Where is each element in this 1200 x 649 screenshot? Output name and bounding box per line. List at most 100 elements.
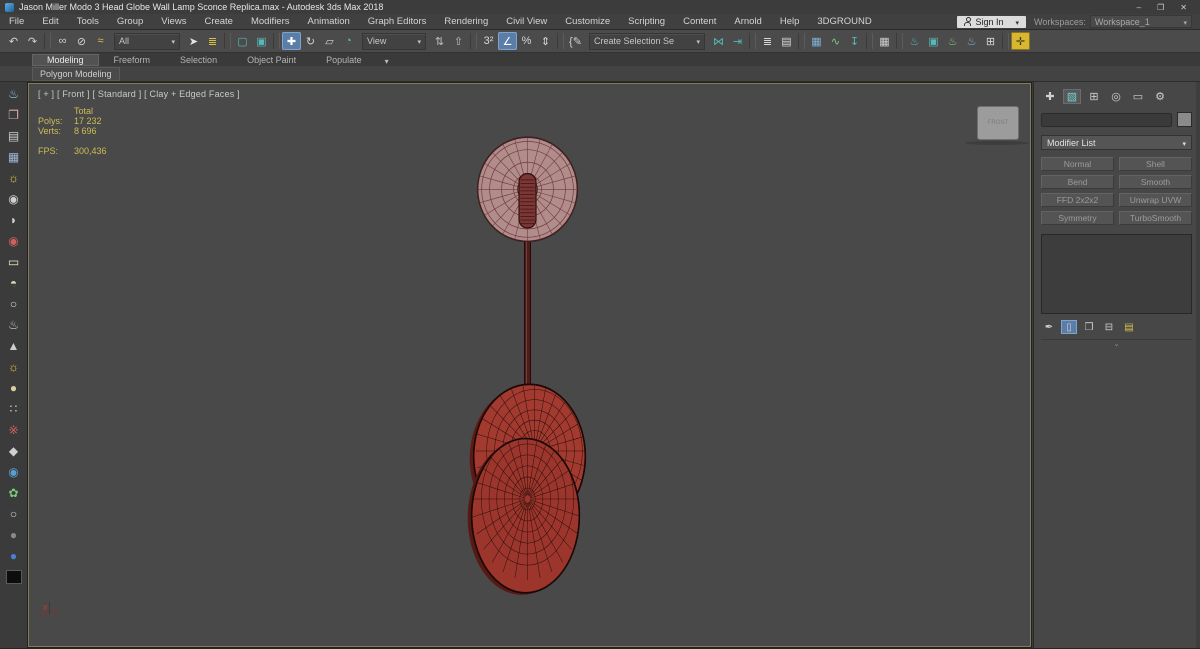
- window-icon[interactable]: ❐: [3, 105, 25, 125]
- sphere-icon[interactable]: ●: [3, 378, 25, 398]
- selection-filter-dropdown[interactable]: All: [114, 32, 180, 50]
- schematic-view-icon[interactable]: ↧: [845, 32, 864, 50]
- graphite-explorer-icon[interactable]: ▦: [807, 32, 826, 50]
- video-camera-icon[interactable]: ◉: [3, 231, 25, 251]
- object-name-field[interactable]: [1041, 112, 1172, 127]
- ribbon-tab[interactable]: Object Paint: [232, 54, 311, 66]
- blue-sphere-icon[interactable]: ●: [3, 546, 25, 566]
- dome-icon[interactable]: ◓: [3, 273, 25, 293]
- ribbon-tab[interactable]: Modeling: [32, 54, 99, 66]
- menu-item[interactable]: Tools: [68, 16, 108, 27]
- menu-item[interactable]: Arnold: [725, 16, 770, 27]
- bend-modifier-button[interactable]: Bend: [1041, 175, 1114, 189]
- use-pivot-center-icon[interactable]: ⇅: [430, 32, 449, 50]
- hedra-icon[interactable]: ◆: [3, 441, 25, 461]
- window-crossing-icon[interactable]: ▣: [252, 32, 271, 50]
- material-editor-icon[interactable]: ▦: [875, 32, 894, 50]
- viewport-label[interactable]: [ + ] [ Front ] [ Standard ] [ Clay + Ed…: [38, 89, 240, 99]
- minimize-button[interactable]: –: [1137, 3, 1141, 12]
- layer-explorer-icon[interactable]: ▤: [777, 32, 796, 50]
- select-and-manipulate-icon[interactable]: ◔: [339, 32, 358, 50]
- selection-set-dropdown[interactable]: Create Selection Se: [589, 32, 705, 50]
- edit-named-sets-icon[interactable]: {✎: [566, 32, 585, 50]
- select-and-move-icon[interactable]: ✚: [282, 32, 301, 50]
- plugin-button-icon[interactable]: ✛: [1011, 32, 1030, 50]
- modify-tab[interactable]: ▧: [1063, 89, 1081, 104]
- hierarchy-tab[interactable]: ⊞: [1085, 89, 1103, 104]
- rectangular-selection-icon[interactable]: ▢: [233, 32, 252, 50]
- spray-icon[interactable]: ※: [3, 420, 25, 440]
- plane-icon[interactable]: ▭: [3, 252, 25, 272]
- menu-item[interactable]: Customize: [556, 16, 619, 27]
- normal-modifier-button[interactable]: Normal: [1041, 157, 1114, 171]
- snaps-toggle-icon[interactable]: 3²: [479, 32, 498, 50]
- menu-item[interactable]: Edit: [33, 16, 67, 27]
- plant-icon[interactable]: ✿: [3, 483, 25, 503]
- render-setup-icon[interactable]: ♨: [905, 32, 924, 50]
- bind-to-spacewarp-icon[interactable]: ≈: [91, 32, 110, 50]
- select-object-icon[interactable]: ➤: [184, 32, 203, 50]
- mirror-icon[interactable]: ⋈: [709, 32, 728, 50]
- select-and-rotate-icon[interactable]: ↻: [301, 32, 320, 50]
- select-and-link-icon[interactable]: ∞: [53, 32, 72, 50]
- motion-tab[interactable]: ◎: [1107, 89, 1125, 104]
- list-icon[interactable]: ▤: [3, 126, 25, 146]
- ring-icon[interactable]: ○: [3, 504, 25, 524]
- percent-snap-icon[interactable]: %: [517, 32, 536, 50]
- smooth-modifier-button[interactable]: Smooth: [1119, 175, 1192, 189]
- select-and-scale-icon[interactable]: ▱: [320, 32, 339, 50]
- angle-snap-icon[interactable]: ∠: [498, 32, 517, 50]
- sun-icon[interactable]: ☼: [3, 357, 25, 377]
- ffd-modifier-button[interactable]: FFD 2x2x2: [1041, 193, 1114, 207]
- polygon-modeling-panel[interactable]: Polygon Modeling: [32, 66, 120, 81]
- unlink-selection-icon[interactable]: ⊘: [72, 32, 91, 50]
- coord-system-dropdown[interactable]: View: [362, 32, 426, 50]
- utilities-tab[interactable]: ⚙: [1151, 89, 1169, 104]
- menu-item[interactable]: Scripting: [619, 16, 674, 27]
- undo-icon[interactable]: ↶: [4, 32, 23, 50]
- panel-resize-handle[interactable]: ⌄: [1041, 340, 1192, 349]
- menu-item[interactable]: Views: [152, 16, 195, 27]
- create-tab[interactable]: ✚: [1041, 89, 1059, 104]
- menu-item[interactable]: Rendering: [435, 16, 497, 27]
- viewcube[interactable]: FRONT: [977, 106, 1019, 140]
- render-production-icon[interactable]: ♨: [943, 32, 962, 50]
- torus-icon[interactable]: ○: [3, 294, 25, 314]
- viewport-canvas[interactable]: [ + ] [ Front ] [ Standard ] [ Clay + Ed…: [27, 82, 1032, 648]
- light-icon[interactable]: ☼: [3, 168, 25, 188]
- menu-item[interactable]: Create: [195, 16, 242, 27]
- symmetry-modifier-button[interactable]: Symmetry: [1041, 211, 1114, 225]
- redo-icon[interactable]: ↷: [23, 32, 42, 50]
- menu-item[interactable]: Content: [674, 16, 725, 27]
- menu-item[interactable]: File: [0, 16, 33, 27]
- make-unique-icon[interactable]: ❒: [1081, 320, 1097, 334]
- ribbon-tab[interactable]: Populate: [311, 54, 377, 66]
- teapot-icon[interactable]: ♨: [3, 315, 25, 335]
- remove-modifier-icon[interactable]: ⊟: [1101, 320, 1117, 334]
- ribbon-tab[interactable]: Freeform: [99, 54, 166, 66]
- menu-item[interactable]: Civil View: [497, 16, 556, 27]
- menu-item[interactable]: Help: [771, 16, 809, 27]
- keyboard-icon[interactable]: ▦: [3, 147, 25, 167]
- object-color-swatch[interactable]: [1177, 112, 1192, 127]
- ribbon-options-icon[interactable]: ▾: [377, 57, 397, 66]
- display-tab[interactable]: ▭: [1129, 89, 1147, 104]
- menu-item[interactable]: Graph Editors: [359, 16, 436, 27]
- curve-editor-icon[interactable]: ∿: [826, 32, 845, 50]
- align-icon[interactable]: ⇥: [728, 32, 747, 50]
- ribbon-tab[interactable]: Selection: [165, 54, 232, 66]
- modifier-list-dropdown[interactable]: Modifier List: [1041, 135, 1192, 150]
- menu-item[interactable]: Animation: [299, 16, 359, 27]
- keyboard-override-icon[interactable]: ⇧: [449, 32, 468, 50]
- configure-modifier-sets-icon[interactable]: ▤: [1121, 320, 1137, 334]
- scatter-icon[interactable]: ∷: [3, 399, 25, 419]
- close-button[interactable]: ✕: [1180, 3, 1187, 12]
- pin-stack-icon[interactable]: ✒: [1041, 320, 1057, 334]
- camera-icon[interactable]: ◉: [3, 189, 25, 209]
- menu-item[interactable]: Group: [108, 16, 152, 27]
- grey-sphere-icon[interactable]: ●: [3, 525, 25, 545]
- earth-icon[interactable]: ◉: [3, 462, 25, 482]
- menu-item[interactable]: Modifiers: [242, 16, 299, 27]
- modeling-teapot-icon[interactable]: ♨: [3, 84, 25, 104]
- select-by-name-icon[interactable]: ≣: [203, 32, 222, 50]
